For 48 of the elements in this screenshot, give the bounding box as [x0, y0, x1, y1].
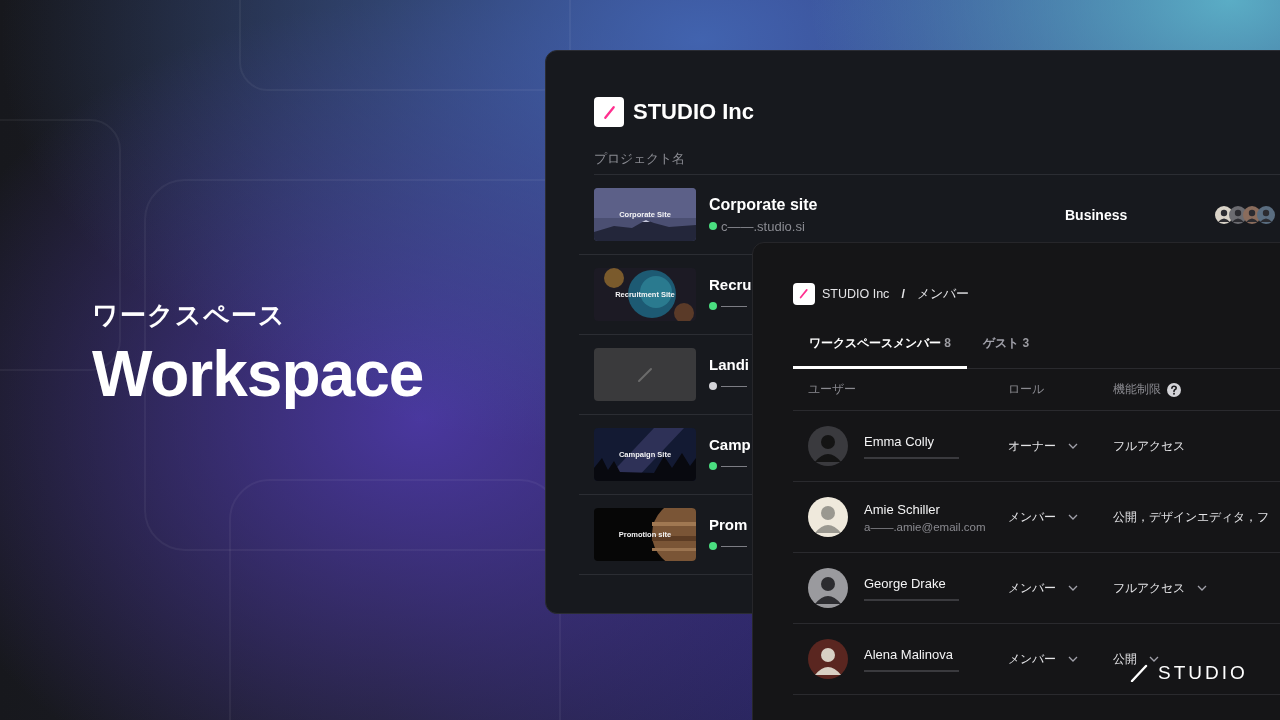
column-header: プロジェクト名	[594, 150, 1280, 175]
column-header: ロール	[1008, 381, 1044, 398]
member-name: Amie Schiller	[864, 501, 941, 517]
breadcrumb-link[interactable]: STUDIO Inc	[822, 287, 890, 301]
role-dropdown[interactable]: メンバー	[1008, 508, 1078, 526]
hero-title: Workspace	[92, 339, 424, 410]
hero-subtitle: ワークスペース	[92, 299, 287, 332]
role-dropdown[interactable]: オーナー	[1008, 437, 1078, 455]
project-url: ——	[721, 378, 747, 393]
column-header: 機能制限	[1113, 381, 1161, 398]
member-email: a——.amie@email.com	[864, 520, 986, 533]
chevron-down-icon	[1149, 656, 1159, 662]
column-header: ユーザー	[808, 381, 856, 398]
project-url: ——	[721, 458, 747, 473]
permissions-text: フルアクセス	[1113, 438, 1185, 454]
member-name: Emma Colly	[864, 433, 936, 449]
project-title[interactable]: Landi	[709, 356, 749, 373]
logo-icon	[594, 97, 624, 127]
plan-label: Business	[1065, 206, 1129, 223]
chevron-down-icon	[1068, 514, 1078, 520]
permissions-text: 公開，デザインエディタ，フ	[1113, 509, 1269, 525]
chevron-down-icon	[1197, 585, 1207, 591]
avatar	[808, 497, 848, 537]
project-title[interactable]: Camp	[709, 436, 751, 453]
role-dropdown[interactable]: メンバー	[1008, 579, 1078, 597]
member-name: George Drake	[864, 575, 947, 591]
workspace-name: STUDIO Inc	[633, 99, 754, 125]
role-dropdown[interactable]: メンバー	[1008, 650, 1078, 668]
tab[interactable]: ゲスト 3	[967, 323, 1046, 369]
project-title[interactable]: Recru	[709, 276, 752, 293]
project-url: ——	[721, 538, 747, 553]
project-title[interactable]: Prom	[709, 516, 748, 533]
project-title[interactable]: Corporate site	[709, 195, 818, 214]
member-name: Alena Malinova	[864, 646, 954, 662]
chevron-down-icon	[1068, 585, 1078, 591]
project-url: c——.studio.si	[721, 218, 805, 234]
permissions-dropdown[interactable]: フルアクセス	[1113, 580, 1207, 596]
chevron-down-icon	[1068, 443, 1078, 449]
avatar	[808, 426, 848, 466]
avatar	[808, 568, 848, 608]
tab[interactable]: ワークスペースメンバー 8	[793, 323, 968, 369]
project-url: ——	[721, 298, 747, 313]
avatar	[1257, 205, 1275, 224]
breadcrumb-separator: /	[901, 287, 905, 301]
breadcrumb-current: メンバー	[916, 285, 969, 303]
chevron-down-icon	[1068, 656, 1078, 662]
logo-icon	[793, 283, 815, 305]
avatar	[808, 639, 848, 679]
